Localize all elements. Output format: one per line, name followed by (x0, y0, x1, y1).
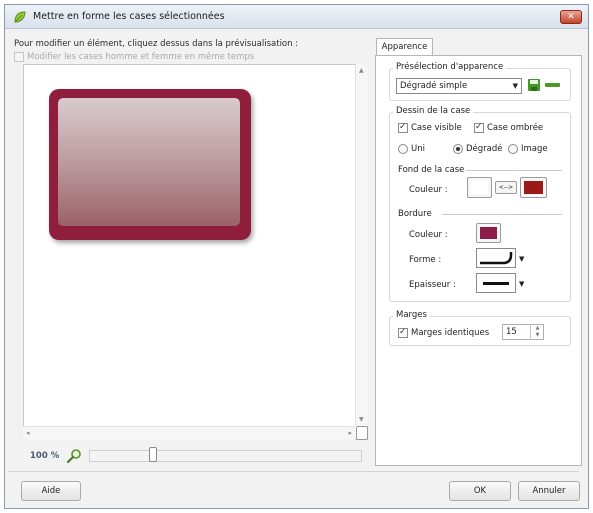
cell-drawing-group-label: Dessin de la case (393, 106, 474, 116)
shape-select[interactable] (476, 248, 516, 268)
leaf-icon (14, 11, 26, 23)
gradient-end-color-button[interactable] (520, 177, 547, 198)
cell-visible-option[interactable]: Case visible (398, 122, 462, 133)
thickness-chevron-down-icon[interactable]: ▼ (519, 280, 524, 288)
radio-image-label: Image (521, 144, 548, 154)
magnifier-icon (66, 449, 81, 464)
background-divider (466, 170, 562, 171)
identical-margins-label: Marges identiques (411, 328, 490, 338)
preview-cell[interactable] (49, 89, 251, 240)
preset-group-label: Présélection d'apparence (393, 62, 507, 72)
scroll-left-arrow-icon[interactable]: ◂ (26, 429, 30, 437)
help-button[interactable]: Aide (21, 481, 81, 501)
window-title: Mettre en forme les cases sélectionnées (33, 11, 225, 22)
shape-label: Forme : (409, 255, 442, 265)
cancel-button[interactable]: Annuler (518, 481, 580, 501)
radio-plain-label: Uni (411, 144, 425, 154)
radio-image[interactable] (508, 144, 518, 154)
shape-chevron-down-icon[interactable]: ▼ (519, 255, 524, 263)
vertical-scrollbar[interactable]: ▲ ▼ (355, 64, 368, 426)
close-button[interactable]: ✕ (560, 10, 582, 24)
border-color-swatch (480, 227, 497, 239)
cell-shadow-label: Case ombrée (487, 123, 544, 133)
zoom-slider-thumb[interactable] (149, 447, 157, 462)
preview-cell-background[interactable] (58, 98, 240, 226)
gradient-start-color-button[interactable] (467, 177, 492, 198)
margin-value: 15 (506, 327, 517, 337)
footer-divider (8, 471, 579, 472)
title-bar: Mettre en forme les cases sélectionnées … (5, 5, 588, 29)
cell-shadow-checkbox[interactable] (474, 122, 484, 133)
cell-visible-label: Case visible (411, 123, 462, 133)
thickness-line-icon (483, 282, 509, 285)
border-color-button[interactable] (476, 223, 501, 243)
margins-group-label: Marges (393, 310, 430, 320)
scroll-corner (356, 426, 368, 440)
thickness-select[interactable] (476, 273, 516, 293)
cell-shadow-option[interactable]: Case ombrée (474, 122, 544, 133)
radio-image-option[interactable]: Image (508, 144, 548, 154)
gradient-end-swatch (524, 181, 543, 194)
save-disk-icon[interactable] (527, 78, 541, 92)
identical-margins-option[interactable]: Marges identiques (398, 327, 490, 338)
sync-cells-label: Modifier les cases homme et femme en mêm… (27, 52, 255, 62)
chevron-down-icon: ▼ (512, 82, 518, 90)
horizontal-scrollbar[interactable]: ◂ ▸ (23, 426, 355, 440)
cell-visible-checkbox[interactable] (398, 122, 408, 133)
sync-cells-checkbox[interactable] (14, 52, 24, 62)
sync-cells-option: Modifier les cases homme et femme en mêm… (14, 52, 254, 62)
tab-appearance[interactable]: Apparence (376, 38, 433, 56)
border-divider (442, 214, 562, 215)
minus-icon[interactable] (545, 83, 560, 87)
gradient-start-swatch (471, 181, 488, 194)
swap-colors-button[interactable]: <--> (495, 181, 517, 194)
border-color-label: Couleur : (409, 230, 448, 240)
preset-dropdown-value: Dégradé simple (400, 81, 468, 91)
radio-gradient-label: Dégradé (466, 144, 503, 154)
border-section-label: Bordure (398, 209, 432, 219)
scroll-right-arrow-icon[interactable]: ▸ (348, 429, 352, 437)
identical-margins-checkbox[interactable] (398, 327, 408, 338)
instruction-text: Pour modifier un élément, cliquez dessus… (14, 39, 299, 49)
zoom-slider-track[interactable] (89, 450, 362, 462)
radio-gradient[interactable] (453, 144, 463, 154)
background-section-label: Fond de la case (398, 165, 465, 175)
spinner-down-icon[interactable]: ▼ (530, 332, 544, 340)
zoom-level: 100 % (30, 451, 60, 461)
radio-plain[interactable] (398, 144, 408, 154)
preset-dropdown[interactable]: Dégradé simple ▼ (396, 78, 522, 94)
rounded-corner-shape-icon (480, 252, 513, 265)
scroll-down-arrow-icon[interactable]: ▼ (359, 416, 364, 423)
radio-gradient-option[interactable]: Dégradé (453, 144, 503, 154)
radio-plain-option[interactable]: Uni (398, 144, 425, 154)
ok-button[interactable]: OK (449, 481, 511, 501)
thickness-label: Epaisseur : (409, 280, 456, 290)
scroll-up-arrow-icon[interactable]: ▲ (359, 67, 364, 74)
gradient-color-label: Couleur : (409, 185, 448, 195)
